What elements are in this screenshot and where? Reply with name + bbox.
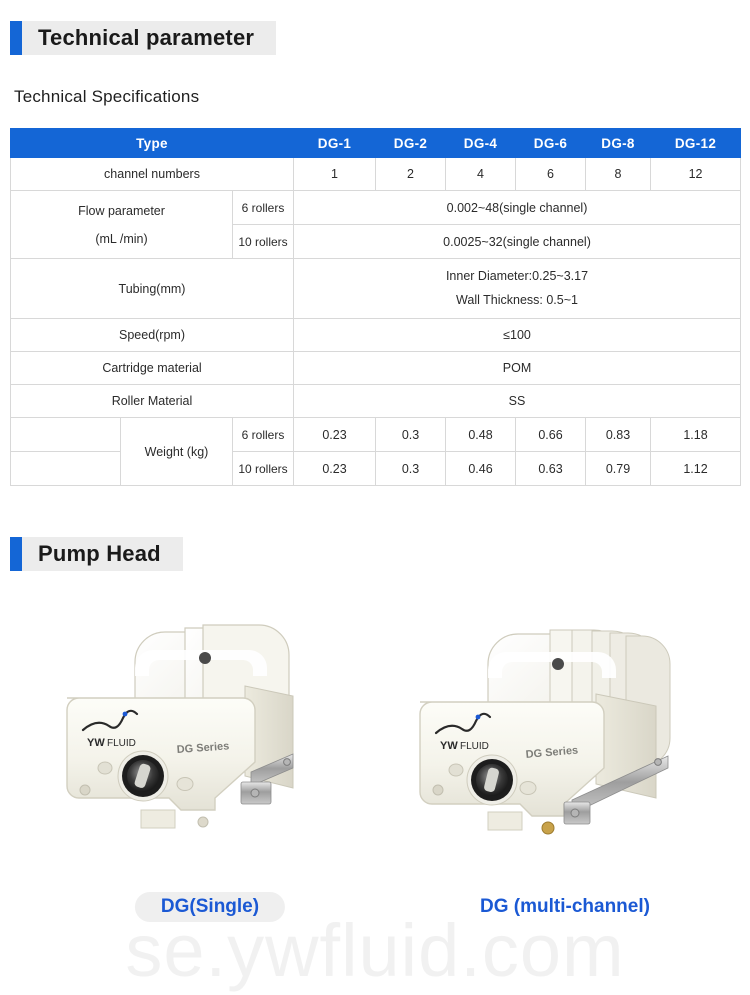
- cell-channel-dg-1: 1: [293, 157, 377, 191]
- cell-weight6-dg-1: 0.23: [293, 417, 377, 452]
- pump-head-caption-single: DG(Single): [134, 892, 286, 922]
- cell-weight10-dg-12: 1.12: [650, 451, 742, 486]
- row-label-weight: Weight (kg): [120, 417, 233, 486]
- table-row-channel-numbers: channel numbers 1 2 4 6 8 12: [9, 157, 742, 191]
- pump-head-item-multi-channel[interactable]: YW FLUID DG Series DG (multi-channel): [400, 590, 730, 950]
- cell-flow-value-10-rollers: 0.0025~32(single channel): [293, 224, 742, 259]
- brass-port-icon: [541, 821, 555, 835]
- pump-head-gallery: YW FLUID DG Series DG(Single) YW FLUID D…: [0, 590, 750, 995]
- cell-channel-dg-4: 4: [445, 157, 517, 191]
- cell-weight6-dg-4: 0.48: [445, 417, 517, 452]
- technical-specifications-subtitle: Technical Specifications: [14, 87, 200, 106]
- cell-weight6-dg-8: 0.83: [585, 417, 652, 452]
- sub-label-weight-6-rollers: 6 rollers: [231, 417, 295, 452]
- column-header-dg-6: DG-6: [515, 128, 587, 158]
- pump-head-photo-multi-channel: YW FLUID DG Series: [419, 629, 671, 835]
- svg-text:FLUID: FLUID: [460, 741, 489, 752]
- accent-bar-icon: [10, 537, 22, 571]
- section-header-pump-head: Pump Head: [10, 537, 183, 571]
- cell-weight10-dg-8: 0.79: [585, 451, 652, 486]
- row-label-roller-material: Roller Material: [9, 384, 295, 418]
- cell-channel-dg-2: 2: [375, 157, 447, 191]
- cell-weight10-dg-4: 0.46: [445, 451, 517, 486]
- cell-weight10-dg-6: 0.63: [515, 451, 587, 486]
- column-header-type: Type: [9, 128, 295, 158]
- table-row-roller-material: Roller Material SS: [9, 384, 742, 418]
- column-header-dg-2: DG-2: [375, 128, 447, 158]
- row-label-cartridge-material: Cartridge material: [9, 351, 295, 385]
- accent-bar-icon: [10, 21, 22, 55]
- svg-text:FLUID: FLUID: [107, 738, 136, 749]
- cell-weight-spacer-bottom: [10, 451, 121, 486]
- pump-head-caption-multi-channel: DG (multi-channel): [480, 896, 650, 917]
- handle-screw-icon: [199, 652, 211, 664]
- column-header-dg-8: DG-8: [585, 128, 652, 158]
- pump-head-item-single[interactable]: YW FLUID DG Series DG(Single): [45, 590, 375, 950]
- row-label-flow-parameter: Flow parameter (mL /min): [10, 190, 233, 259]
- sub-label-flow-6-rollers: 6 rollers: [231, 190, 295, 225]
- table-row-flow-6-rollers: Flow parameter (mL /min) 6 rollers 0.002…: [10, 190, 742, 259]
- cell-roller-material-value: SS: [293, 384, 742, 418]
- tubing-value-line-2: Wall Thickness: 0.5~1: [456, 292, 578, 307]
- cell-weight10-dg-1: 0.23: [293, 451, 377, 486]
- row-label-speed: Speed(rpm): [9, 318, 295, 352]
- section-header-title: Pump Head: [22, 537, 183, 571]
- tubing-value-line-1: Inner Diameter:0.25~3.17: [445, 268, 589, 283]
- handle-screw-icon: [552, 658, 564, 670]
- section-header-technical-parameter: Technical parameter: [10, 21, 277, 55]
- cell-channel-dg-6: 6: [515, 157, 587, 191]
- column-header-dg-4: DG-4: [445, 128, 517, 158]
- row-label-channel-numbers: channel numbers: [9, 157, 295, 191]
- sub-label-flow-10-rollers: 10 rollers: [231, 224, 295, 259]
- table-row-cartridge-material: Cartridge material POM: [9, 351, 742, 385]
- table-row-weight-6-rollers: Weight (kg) 6 rollers 0.23 0.3 0.48 0.66…: [10, 417, 742, 486]
- flow-label-line-1: Flow parameter: [78, 203, 165, 218]
- sub-label-weight-10-rollers: 10 rollers: [231, 451, 295, 486]
- svg-text:YW: YW: [440, 740, 458, 752]
- table-row-tubing: Tubing(mm) Inner Diameter:0.25~3.17 Wall…: [9, 258, 742, 319]
- cell-flow-value-6-rollers: 0.002~48(single channel): [293, 190, 742, 225]
- column-header-dg-12: DG-12: [650, 128, 742, 158]
- cell-weight6-dg-2: 0.3: [375, 417, 447, 452]
- cell-channel-dg-8: 8: [585, 157, 652, 191]
- technical-specifications-table: Type DG-1 DG-2 DG-4 DG-6 DG-8 DG-12 chan…: [9, 128, 742, 486]
- column-header-dg-1: DG-1: [293, 128, 377, 158]
- cell-channel-dg-12: 12: [650, 157, 742, 191]
- svg-text:YW: YW: [87, 737, 105, 749]
- table-row-weight-10-rollers: 10 rollers 0.23 0.3 0.46 0.63 0.79 1.12: [10, 451, 742, 486]
- row-label-tubing: Tubing(mm): [9, 258, 295, 319]
- cell-cartridge-material-value: POM: [293, 351, 742, 385]
- cell-weight6-dg-6: 0.66: [515, 417, 587, 452]
- cell-speed-value: ≤100: [293, 318, 742, 352]
- cell-tubing-value: Inner Diameter:0.25~3.17 Wall Thickness:…: [293, 258, 742, 319]
- flow-label-line-2: (mL /min): [95, 231, 148, 246]
- section-header-title: Technical parameter: [22, 21, 277, 55]
- cell-weight6-dg-12: 1.18: [650, 417, 742, 452]
- table-row-speed: Speed(rpm) ≤100: [9, 318, 742, 352]
- cell-weight-spacer-top: [10, 417, 121, 452]
- pump-head-photo-single: YW FLUID DG Series: [66, 624, 294, 829]
- cell-weight10-dg-2: 0.3: [375, 451, 447, 486]
- table-header-row: Type DG-1 DG-2 DG-4 DG-6 DG-8 DG-12: [9, 128, 742, 158]
